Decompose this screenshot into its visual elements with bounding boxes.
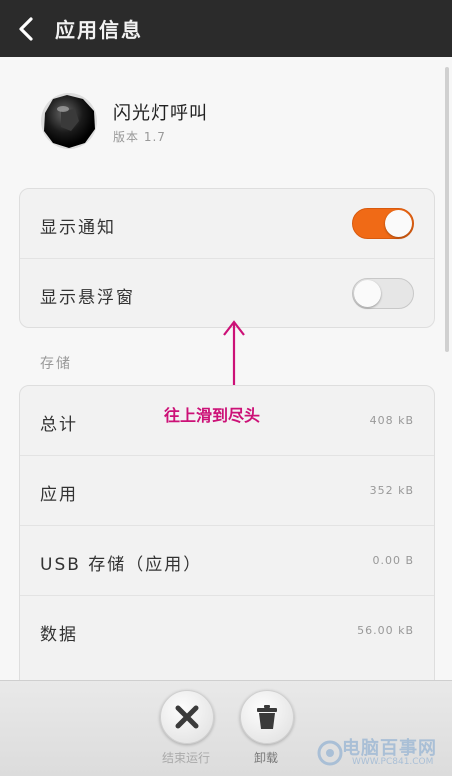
scrollbar[interactable] (445, 67, 449, 352)
storage-row-data[interactable]: 数据 56.00 kB (20, 596, 434, 665)
storage-value: 56.00 kB (357, 624, 414, 637)
storage-label: 数据 (40, 625, 78, 645)
storage-value: 0.00 B (372, 554, 414, 567)
settings-card: 显示通知 显示悬浮窗 (19, 188, 435, 328)
app-icon (41, 93, 97, 149)
chevron-left-icon[interactable] (14, 16, 40, 42)
notification-toggle[interactable] (352, 208, 414, 239)
toggle-knob (385, 210, 412, 237)
close-x-icon (175, 705, 199, 729)
page-title: 应用信息 (55, 18, 143, 42)
setting-row-notification[interactable]: 显示通知 (20, 189, 434, 259)
storage-label: 总计 (40, 415, 78, 435)
storage-row-usb[interactable]: USB 存储（应用） 0.00 B (20, 526, 434, 596)
annotation-text: 往上滑到尽头 (164, 406, 261, 425)
app-version: 版本 1.7 (113, 130, 166, 144)
storage-label: USB 存储（应用） (40, 555, 203, 575)
storage-label: 应用 (40, 485, 78, 505)
uninstall-label: 卸载 (253, 751, 278, 765)
storage-value: 352 kB (369, 484, 414, 497)
app-info-content[interactable]: 闪光灯呼叫 版本 1.7 显示通知 显示悬浮窗 存储 总计 408 kB 应用 … (0, 57, 452, 680)
setting-label: 显示悬浮窗 (40, 288, 135, 308)
trash-icon (257, 705, 277, 729)
storage-value: 408 kB (369, 414, 414, 427)
toggle-knob (354, 280, 381, 307)
title-bar: 应用信息 (0, 0, 452, 57)
arrow-up-icon (223, 320, 245, 389)
setting-row-floating-window[interactable]: 显示悬浮窗 (20, 259, 434, 327)
storage-card: 总计 408 kB 应用 352 kB USB 存储（应用） 0.00 B 数据… (19, 385, 435, 680)
setting-label: 显示通知 (40, 218, 116, 238)
force-stop-button[interactable] (160, 690, 214, 744)
uninstall-button[interactable] (240, 690, 294, 744)
storage-section-header: 存储 (40, 356, 72, 372)
watermark-url: WWW.PC841.COM (352, 757, 434, 767)
floating-window-toggle[interactable] (352, 278, 414, 309)
force-stop-label: 结束运行 (161, 751, 210, 765)
app-name: 闪光灯呼叫 (113, 103, 208, 124)
storage-row-app[interactable]: 应用 352 kB (20, 456, 434, 526)
